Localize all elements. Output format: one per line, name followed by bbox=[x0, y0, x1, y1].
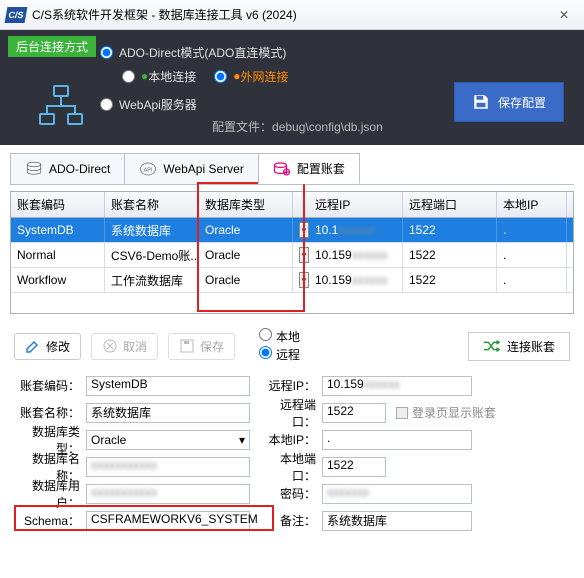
connect-button[interactable]: 连接账套 bbox=[468, 332, 570, 361]
api-icon: API bbox=[139, 161, 157, 177]
name-field[interactable]: 系统数据库 bbox=[86, 403, 250, 423]
schema-field[interactable]: CSFRAMEWORKV6_SYSTEM bbox=[86, 511, 250, 531]
dbname-field[interactable]: xxxxxxxxxxx bbox=[86, 457, 250, 477]
cancel-icon bbox=[102, 338, 118, 354]
save-config-button[interactable]: 保存配置 bbox=[454, 82, 564, 122]
tab-ado-direct[interactable]: ADO-Direct bbox=[10, 153, 125, 184]
account-table: 账套编码 账套名称 数据库类型 远程IP 远程端口 本地IP SystemDB … bbox=[10, 191, 574, 314]
th-dd bbox=[293, 192, 309, 217]
th-local-ip[interactable]: 本地IP bbox=[497, 192, 567, 217]
password-field[interactable]: xxxxxxx bbox=[322, 484, 472, 504]
close-icon[interactable]: ✕ bbox=[550, 4, 578, 26]
edit-button[interactable]: 修改 bbox=[14, 333, 81, 360]
show-on-login-checkbox[interactable]: 登录页显示账套 bbox=[396, 404, 496, 421]
titlebar: C/S C/S系统软件开发框架 - 数据库连接工具 v6 (2024) ✕ bbox=[0, 0, 584, 30]
label-schema: Schema： bbox=[14, 512, 86, 529]
chevron-down-icon: ▼ bbox=[299, 247, 309, 263]
radio-form-local[interactable]: 本地 bbox=[259, 328, 300, 346]
conn-method-tag: 后台连接方式 bbox=[8, 36, 96, 57]
table-row[interactable]: Workflow 工作流数据库 Oracle ▼ 10.159xxxxxx 15… bbox=[11, 268, 573, 293]
app-logo: C/S bbox=[5, 7, 28, 23]
account-form: 账套编码： SystemDB 远程IP： 10.159xxxxxx 账套名称： … bbox=[14, 372, 570, 534]
radio-local[interactable]: 本地连接 bbox=[122, 68, 196, 85]
save-button[interactable]: 保存 bbox=[168, 333, 235, 360]
label-rport: 远程端口： bbox=[262, 396, 322, 430]
th-remote-ip[interactable]: 远程IP bbox=[309, 192, 403, 217]
table-header: 账套编码 账套名称 数据库类型 远程IP 远程端口 本地IP bbox=[11, 192, 573, 218]
label-lport: 本地端口： bbox=[262, 450, 322, 484]
code-field[interactable]: SystemDB bbox=[86, 376, 250, 396]
label-pwd: 密码： bbox=[262, 485, 322, 502]
label-lip: 本地IP： bbox=[262, 431, 322, 448]
cancel-button[interactable]: 取消 bbox=[91, 333, 158, 360]
radio-ado-direct[interactable]: ADO-Direct模式(ADO直连模式) bbox=[100, 42, 574, 62]
remote-port-field[interactable]: 1522 bbox=[322, 403, 386, 423]
svg-text:API: API bbox=[144, 167, 152, 173]
chevron-down-icon: ▼ bbox=[299, 272, 309, 288]
tab-bar: ADO-Direct API WebApi Server 配置账套 bbox=[10, 153, 574, 185]
table-row[interactable]: SystemDB 系统数据库 Oracle ▼ 10.1xxxxxx 1522 … bbox=[11, 218, 573, 243]
radio-wan[interactable]: 外网连接 bbox=[214, 68, 288, 85]
edit-icon bbox=[25, 338, 41, 354]
chevron-down-icon: ▾ bbox=[239, 433, 245, 447]
save-icon bbox=[179, 338, 195, 354]
connection-panel: 后台连接方式 ADO-Direct模式(ADO直连模式) 本地连接 外网连接 W… bbox=[0, 30, 584, 145]
label-name: 账套名称： bbox=[14, 404, 86, 421]
database-icon bbox=[25, 161, 43, 177]
label-note: 备注： bbox=[262, 512, 322, 529]
th-code[interactable]: 账套编码 bbox=[11, 192, 105, 217]
note-field[interactable]: 系统数据库 bbox=[322, 511, 472, 531]
local-port-field[interactable]: 1522 bbox=[322, 457, 386, 477]
remote-ip-field[interactable]: 10.159xxxxxx bbox=[322, 376, 472, 396]
config-icon bbox=[273, 161, 291, 177]
radio-form-remote[interactable]: 远程 bbox=[259, 346, 300, 364]
th-remote-port[interactable]: 远程端口 bbox=[403, 192, 497, 217]
form-toolbar: 修改 取消 保存 本地 远程 连接账套 bbox=[14, 328, 570, 364]
network-icon bbox=[38, 84, 84, 133]
tab-webapi[interactable]: API WebApi Server bbox=[124, 153, 258, 184]
shuffle-icon bbox=[483, 339, 501, 353]
tab-config-account[interactable]: 配置账套 bbox=[258, 153, 360, 184]
dbtype-select[interactable]: Oracle▾ bbox=[86, 430, 250, 450]
label-dbuser: 数据库用户： bbox=[14, 477, 86, 511]
window-title: C/S系统软件开发框架 - 数据库连接工具 v6 (2024) bbox=[32, 6, 550, 23]
local-ip-field[interactable]: . bbox=[322, 430, 472, 450]
table-row[interactable]: Normal CSV6-Demo账... Oracle ▼ 10.159xxxx… bbox=[11, 243, 573, 268]
th-name[interactable]: 账套名称 bbox=[105, 192, 199, 217]
dbuser-field[interactable]: xxxxxxxxxxx bbox=[86, 484, 250, 504]
chevron-down-icon: ▼ bbox=[299, 222, 309, 238]
save-icon bbox=[472, 93, 490, 111]
label-rip: 远程IP： bbox=[262, 377, 322, 394]
label-code: 账套编码： bbox=[14, 377, 86, 394]
th-dbtype[interactable]: 数据库类型 bbox=[199, 192, 293, 217]
